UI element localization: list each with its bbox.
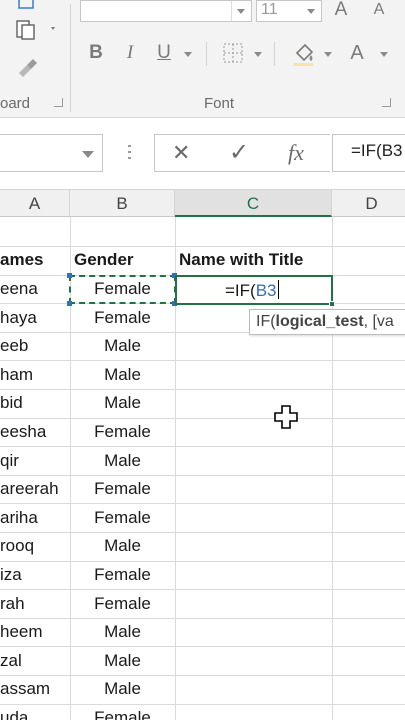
gender-cell[interactable]: Male [70, 647, 175, 675]
fill-bucket-icon [293, 43, 314, 66]
active-cell-formula: =IF( [225, 281, 256, 300]
worksheet-grid[interactable]: A B C D ames Gender Name with Title eena… [0, 190, 405, 720]
name-cell[interactable]: iza [0, 561, 70, 589]
gender-cell[interactable]: Male [70, 332, 175, 360]
active-cell-editor[interactable]: =IF(B3 [175, 275, 335, 307]
font-size-value: 11 [261, 1, 278, 18]
column-header-b[interactable]: B [70, 190, 175, 217]
shrink-font-button[interactable]: A [368, 0, 390, 20]
range-handle[interactable] [67, 273, 72, 278]
underline-button[interactable]: U [152, 40, 176, 66]
gender-cell[interactable]: Female [70, 304, 175, 332]
borders-icon [223, 43, 243, 63]
grow-font-icon: A [334, 0, 348, 20]
name-cell[interactable]: bid [0, 389, 70, 417]
column-header-a[interactable]: A [0, 190, 70, 217]
font-color-dropdown-icon[interactable] [380, 52, 388, 57]
font-name-dropdown-icon[interactable] [237, 9, 245, 14]
cell-cursor-icon [274, 405, 298, 429]
name-cell[interactable]: eeb [0, 332, 70, 360]
font-color-icon: A [350, 41, 364, 64]
gender-cell[interactable]: Male [70, 675, 175, 703]
text-caret [277, 280, 279, 299]
header-cell-names[interactable]: ames [0, 246, 70, 274]
copy-marquee [69, 275, 176, 304]
grow-font-button[interactable]: A [330, 0, 352, 20]
name-box[interactable] [0, 134, 103, 172]
gender-cell[interactable]: Male [70, 361, 175, 389]
name-cell[interactable]: heem [0, 618, 70, 646]
name-cell[interactable]: rooq [0, 532, 70, 560]
tooltip-current-arg: logical_test [275, 313, 364, 330]
gender-cell[interactable]: Female [70, 475, 175, 503]
name-cell[interactable]: haya [0, 304, 70, 332]
column-header-c[interactable]: C [175, 190, 332, 217]
underline-icon: U [157, 42, 171, 63]
formula-bar: ✕ ✓ fx =IF(B3 [0, 118, 405, 190]
name-cell[interactable]: rah [0, 590, 70, 618]
font-group-label: Font [204, 95, 235, 112]
italic-button[interactable]: I [118, 40, 142, 66]
name-cell[interactable]: qir [0, 447, 70, 475]
gender-cell[interactable]: Male [70, 532, 175, 560]
copy-icon[interactable] [12, 0, 40, 12]
column-header-d[interactable]: D [332, 190, 405, 217]
fill-color-dropdown-icon[interactable] [324, 52, 332, 57]
borders-button[interactable] [220, 40, 246, 66]
bold-button[interactable]: B [84, 40, 108, 66]
gender-cell[interactable]: Female [70, 561, 175, 589]
gender-cell[interactable]: Male [70, 618, 175, 646]
underline-dropdown-icon[interactable] [184, 52, 192, 57]
name-cell[interactable]: eena [0, 275, 70, 303]
italic-icon: I [126, 42, 134, 63]
tooltip-rest: , [va [363, 313, 394, 330]
cancel-formula-button[interactable]: ✕ [172, 142, 190, 164]
gender-cell[interactable]: Male [70, 389, 175, 417]
gender-cell[interactable]: Female [70, 418, 175, 446]
fill-color-button[interactable] [288, 38, 318, 68]
bold-icon: B [89, 42, 103, 63]
name-cell[interactable]: assam [0, 675, 70, 703]
format-painter-icon[interactable] [12, 16, 60, 42]
range-handle[interactable] [67, 301, 72, 306]
borders-dropdown-icon[interactable] [254, 52, 262, 57]
ribbon: oard 11 A A B I U A Font [0, 0, 405, 118]
enter-formula-button[interactable]: ✓ [229, 141, 249, 165]
font-size-box[interactable]: 11 [256, 0, 322, 22]
header-cell-name-with-title[interactable]: Name with Title [179, 246, 331, 274]
gender-cell[interactable]: Male [70, 447, 175, 475]
font-color-button[interactable]: A [344, 38, 370, 68]
active-cell-reference: B3 [255, 281, 277, 300]
insert-function-button[interactable]: fx [288, 142, 304, 164]
name-cell[interactable]: ariha [0, 504, 70, 532]
function-tooltip[interactable]: IF(logical_test, [va [249, 309, 405, 335]
gender-cell[interactable]: Female [70, 704, 175, 720]
font-size-dropdown-icon[interactable] [307, 9, 315, 14]
font-name-box[interactable] [80, 0, 252, 22]
name-cell[interactable]: areerah [0, 475, 70, 503]
gender-cell[interactable]: Female [70, 590, 175, 618]
clipboard-dialog-launcher-icon[interactable] [54, 98, 63, 107]
shrink-font-icon: A [373, 1, 385, 18]
clipboard-group-label: oard [0, 95, 31, 112]
tooltip-function: IF( [256, 313, 276, 330]
fill-handle[interactable] [329, 301, 335, 307]
name-cell[interactable]: zal [0, 647, 70, 675]
header-cell-gender[interactable]: Gender [74, 246, 174, 274]
paste-brush-icon[interactable] [12, 52, 42, 78]
formula-input[interactable]: =IF(B3 [332, 134, 405, 172]
font-dialog-launcher-icon[interactable] [382, 98, 391, 107]
gender-cell[interactable]: Female [70, 504, 175, 532]
name-cell[interactable]: ham [0, 361, 70, 389]
formula-bar-grip-icon [128, 145, 131, 163]
name-box-dropdown-icon[interactable] [82, 151, 94, 158]
name-cell[interactable]: uda [0, 704, 70, 720]
name-cell[interactable]: eesha [0, 418, 70, 446]
